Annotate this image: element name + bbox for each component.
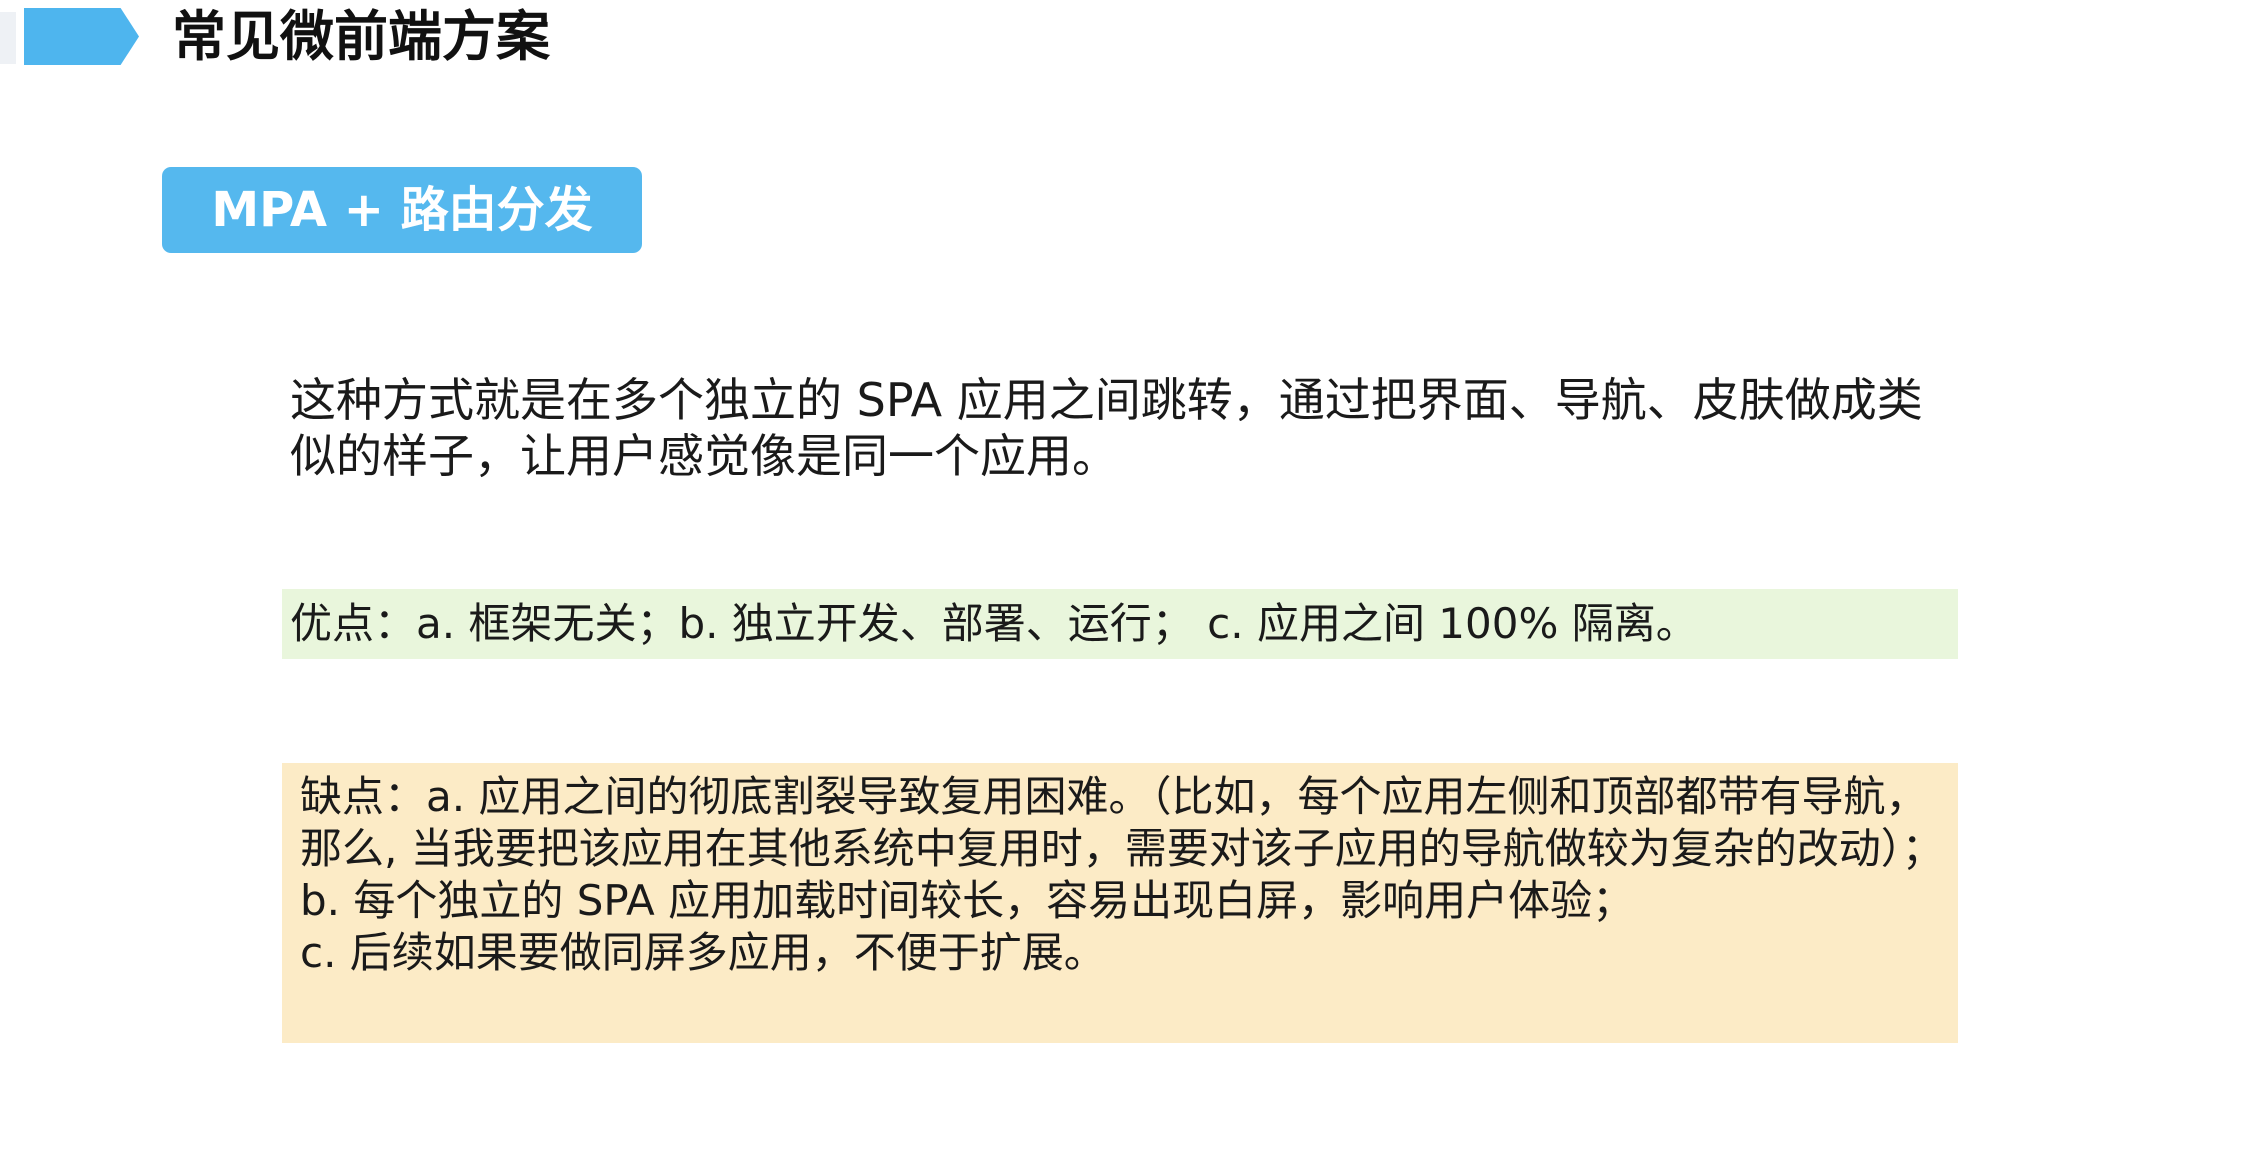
title-chevron-icon [24, 8, 139, 65]
cons-box: 缺点：a. 应用之间的彻底割裂导致复用困难。（比如，每个应用左侧和顶部都带有导航… [282, 763, 1958, 1043]
cons-item-c: c. 后续如果要做同屏多应用，不便于扩展。 [300, 928, 1106, 977]
section-badge: MPA + 路由分发 [162, 167, 642, 253]
intro-paragraph: 这种方式就是在多个独立的 SPA 应用之间跳转，通过把界面、导航、皮肤做成类似的… [290, 373, 1923, 483]
cons-item-b: b. 每个独立的 SPA 应用加载时间较长，容易出现白屏，影响用户体验； [300, 876, 1635, 925]
slide: 常见微前端方案 MPA + 路由分发 这种方式就是在多个独立的 SPA 应用之间… [0, 0, 2248, 1158]
cons-item-a: 缺点：a. 应用之间的彻底割裂导致复用困难。（比如，每个应用左侧和顶部都带有导航… [300, 772, 1944, 873]
left-edge-strip [0, 12, 16, 64]
pros-box: 优点：a. 框架无关；b. 独立开发、部署、运行； c. 应用之间 100% 隔… [282, 589, 1958, 659]
page-title: 常见微前端方案 [172, 5, 550, 68]
